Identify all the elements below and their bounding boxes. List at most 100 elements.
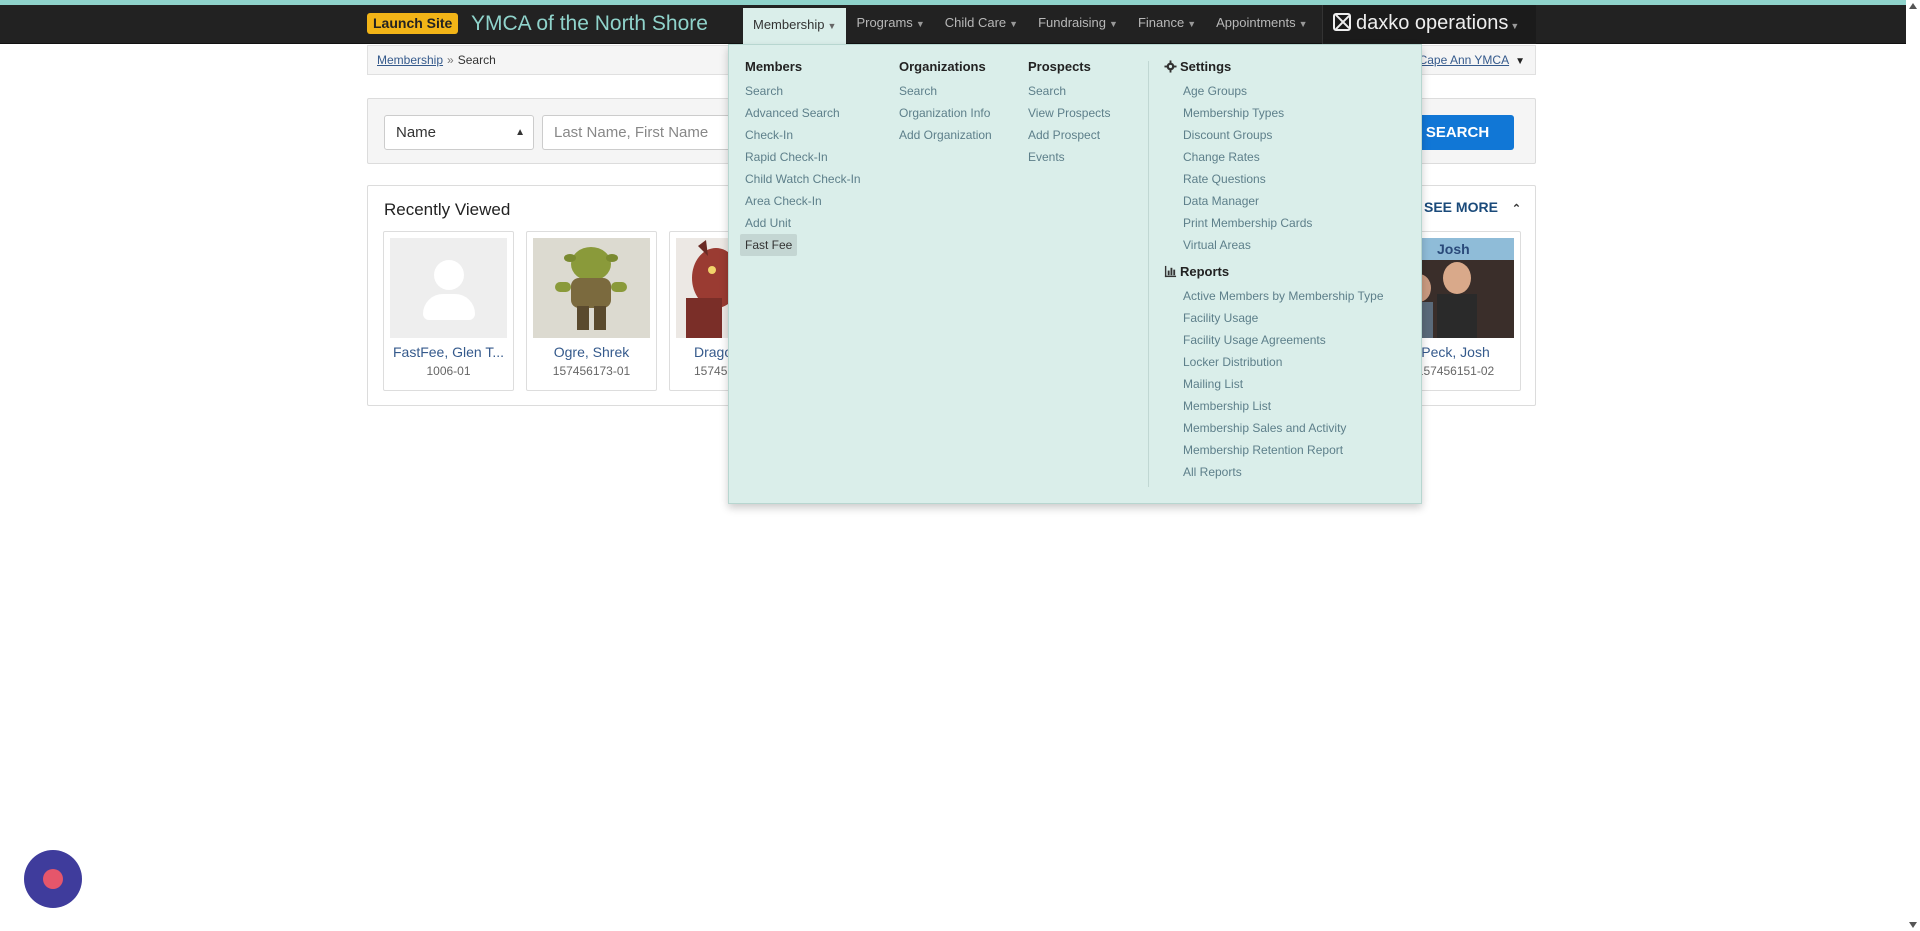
menu-label: Appointments <box>1216 15 1296 30</box>
organizations-list: Search Organization Info Add Organization <box>899 80 992 146</box>
settings-menu-item[interactable]: Print Membership Cards <box>1183 212 1384 234</box>
organizations-menu-item[interactable]: Organization Info <box>899 102 992 124</box>
caret-down-icon: ▼ <box>1510 21 1520 31</box>
settings-menu-item[interactable]: Discount Groups <box>1183 124 1384 146</box>
reports-heading-label: Reports <box>1180 264 1230 279</box>
members-menu-item[interactable]: Search <box>745 80 861 102</box>
member-number: 1006-01 <box>426 364 471 378</box>
menu-label: Fundraising <box>1038 15 1107 30</box>
prospects-list: Search View Prospects Add Prospect Events <box>1028 80 1110 168</box>
settings-heading-label: Settings <box>1180 59 1232 74</box>
daxko-logo-icon <box>1333 13 1351 31</box>
members-menu-item[interactable]: Area Check-In <box>745 190 861 212</box>
vertical-scrollbar[interactable] <box>1906 0 1920 931</box>
reports-menu-item[interactable]: Membership Retention Report <box>1183 439 1384 461</box>
prospects-heading: Prospects <box>1028 59 1091 74</box>
daxko-menu[interactable]: daxko operations ▼ <box>1322 5 1536 44</box>
breadcrumb-link-membership[interactable]: Membership <box>377 53 443 67</box>
navbar-inner: Launch Site YMCA of the North Shore Memb… <box>367 5 1536 44</box>
settings-heading: Settings <box>1164 59 1384 75</box>
members-menu-item[interactable]: Add Unit <box>745 212 861 234</box>
scroll-up-arrow-icon[interactable] <box>1909 3 1917 9</box>
caret-down-icon: ▼ <box>1109 19 1118 29</box>
menu-child-care[interactable]: Child Care ▼ <box>935 5 1028 44</box>
site-brand[interactable]: YMCA of the North Shore <box>471 11 708 37</box>
menu-label: Membership <box>753 17 825 32</box>
prospects-menu-item[interactable]: View Prospects <box>1028 102 1110 124</box>
recent-member-card[interactable]: FastFee, Glen T... 1006-01 <box>383 231 514 391</box>
member-photo <box>533 238 650 338</box>
settings-column: Settings Age Groups Membership Types Disco… <box>1164 59 1384 483</box>
caret-down-icon: ▼ <box>1187 19 1197 29</box>
members-menu-item[interactable]: Child Watch Check-In <box>745 168 861 190</box>
members-menu-item[interactable]: Advanced Search <box>745 102 861 124</box>
recently-viewed-title: Recently Viewed <box>384 200 511 219</box>
reports-menu-item[interactable]: Facility Usage Agreements <box>1183 329 1384 351</box>
reports-menu-item[interactable]: Active Members by Membership Type <box>1183 285 1384 307</box>
gear-icon <box>1164 60 1177 73</box>
recent-member-card[interactable]: Ogre, Shrek 157456173-01 <box>526 231 657 391</box>
main-menu: Membership ▼ Programs ▼ Child Care ▼ Fundra… <box>743 5 1318 44</box>
updown-arrows-icon: ▲ <box>515 127 525 138</box>
launch-site-button[interactable]: Launch Site <box>367 13 459 34</box>
reports-menu-item[interactable]: Facility Usage <box>1183 307 1384 329</box>
chevron-up-icon: ⌃ <box>1511 203 1522 215</box>
members-menu-item[interactable]: Rapid Check-In <box>745 146 861 168</box>
settings-menu-item[interactable]: Virtual Areas <box>1183 234 1384 256</box>
member-name[interactable]: FastFee, Glen T... <box>384 344 513 360</box>
search-input[interactable] <box>542 115 742 150</box>
prospects-menu-item[interactable]: Search <box>1028 80 1110 102</box>
avatar-body <box>423 294 475 320</box>
caret-down-icon: ▼ <box>827 21 837 31</box>
menu-fundraising[interactable]: Fundraising ▼ <box>1028 5 1128 44</box>
reports-menu-item[interactable]: All Reports <box>1183 461 1384 483</box>
breadcrumb-current: Search <box>457 53 496 67</box>
menu-membership[interactable]: Membership ▼ <box>743 5 847 44</box>
reports-list: Active Members by Membership Type Facilit… <box>1164 285 1384 483</box>
member-number: 157456173-01 <box>552 364 631 378</box>
reports-menu-item[interactable]: Membership List <box>1183 395 1384 417</box>
search-type-select[interactable]: Name ▲ <box>384 115 534 150</box>
organizations-column: Organizations Search Organization Info Add… <box>899 59 992 146</box>
reports-menu-item[interactable]: Membership Sales and Activity <box>1183 417 1384 439</box>
settings-menu-item[interactable]: Change Rates <box>1183 146 1384 168</box>
prospects-menu-item[interactable]: Add Prospect <box>1028 124 1110 146</box>
members-heading: Members <box>745 59 803 74</box>
settings-menu-item[interactable]: Membership Types <box>1183 102 1384 124</box>
menu-programs[interactable]: Programs ▼ <box>846 5 934 44</box>
members-menu-item[interactable]: Fast Fee <box>740 234 798 256</box>
avatar-head <box>434 260 464 290</box>
caret-down-icon: ▼ <box>1515 56 1525 67</box>
chat-launcher-button[interactable] <box>24 850 82 908</box>
branch-selector[interactable]: Cape Ann YMCA ▼ <box>1419 46 1525 76</box>
bar-chart-icon <box>1164 265 1177 278</box>
members-list: Search Advanced Search Check-In Rapid Check… <box>740 80 861 256</box>
reports-menu-item[interactable]: Locker Distribution <box>1183 351 1384 373</box>
prospects-menu-item[interactable]: Events <box>1028 146 1110 168</box>
see-more-toggle[interactable]: SEE MORE ⌃ <box>1424 199 1521 215</box>
members-menu-item[interactable]: Check-In <box>745 124 861 146</box>
menu-finance[interactable]: Finance ▼ <box>1128 5 1206 44</box>
scroll-down-arrow-icon[interactable] <box>1909 922 1917 928</box>
page: Launch Site YMCA of the North Shore Memb… <box>0 0 1920 931</box>
avatar-placeholder <box>390 238 507 338</box>
organizations-menu-item[interactable]: Search <box>899 80 992 102</box>
reports-menu-item[interactable]: Mailing List <box>1183 373 1384 395</box>
prospects-column: Prospects Search View Prospects Add Prospe… <box>1028 59 1110 168</box>
member-photo-image <box>533 238 650 338</box>
breadcrumb-separator: » <box>447 53 454 67</box>
menu-label: Finance <box>1137 15 1185 30</box>
settings-list: Age Groups Membership Types Discount Group… <box>1164 80 1384 256</box>
caret-down-icon: ▼ <box>1009 19 1019 29</box>
settings-menu-item[interactable]: Age Groups <box>1183 80 1384 102</box>
member-name[interactable]: Ogre, Shrek <box>527 344 656 360</box>
settings-menu-item[interactable]: Rate Questions <box>1183 168 1384 190</box>
menu-appointments[interactable]: Appointments ▼ <box>1206 5 1317 44</box>
menu-label: Programs <box>856 15 913 30</box>
membership-dropdown-menu: Members Search Advanced Search Check-In Rap… <box>728 44 1422 504</box>
branch-label: Cape Ann YMCA <box>1418 53 1510 67</box>
settings-menu-item[interactable]: Data Manager <box>1183 190 1384 212</box>
caret-down-icon: ▼ <box>1298 19 1308 29</box>
organizations-menu-item[interactable]: Add Organization <box>899 124 992 146</box>
reports-heading: Reports <box>1164 264 1384 280</box>
